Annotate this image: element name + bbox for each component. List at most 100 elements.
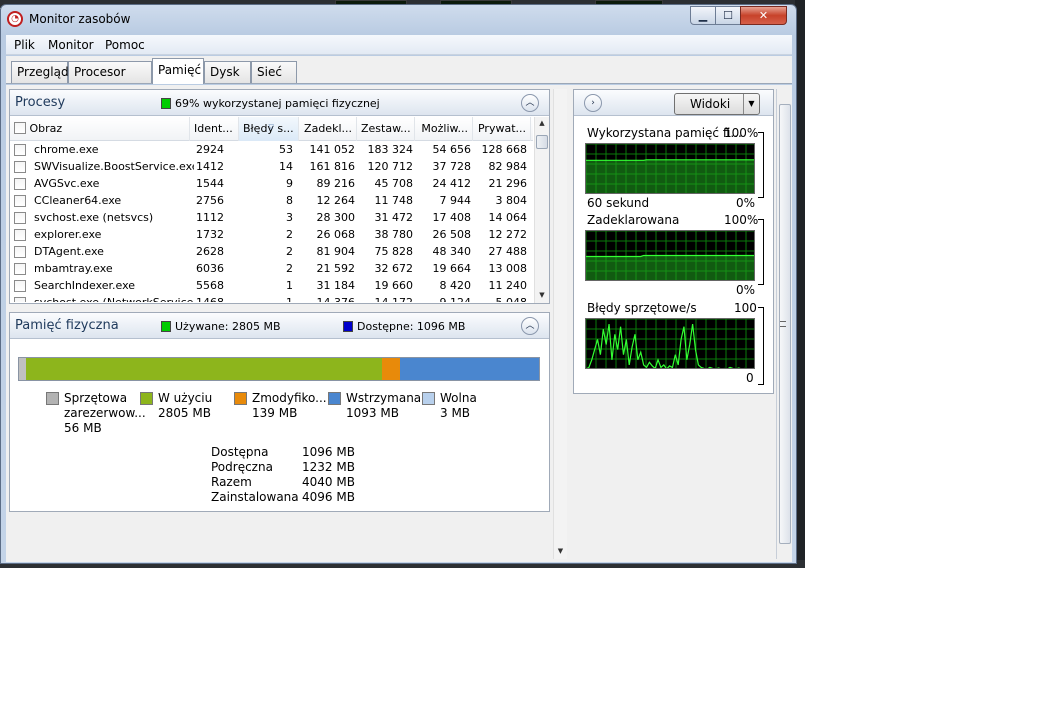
menu-file[interactable]: Plik [14, 38, 35, 52]
process-cell: 3 [286, 211, 293, 224]
process-cell: 9 [286, 177, 293, 190]
process-row[interactable]: SWVisualize.BoostService.exe 1412 14 161 81… [10, 159, 533, 176]
menu-monitor[interactable]: Monitor [48, 38, 94, 52]
process-row[interactable]: svchost.exe (NetworkService)1468 1 14 376 1… [10, 295, 533, 302]
physical-memory-header[interactable]: Pamięć fizyczna Używane: 2805 MB Dostępn… [10, 313, 549, 339]
col-private[interactable]: Prywat... [473, 117, 531, 141]
process-cell: 11 748 [374, 194, 414, 207]
process-cell: 1 [243, 296, 293, 302]
processes-scrollbar[interactable]: ▲ ▼ [534, 117, 549, 303]
legend-swatch [140, 392, 153, 405]
process-cell: 26 068 [316, 228, 356, 241]
processes-header[interactable]: Procesy 69% wykorzystanej pamięci fizycz… [10, 90, 549, 116]
process-checkbox[interactable] [14, 212, 26, 224]
process-row[interactable]: svchost.exe (netsvcs) 1112 3 28 300 31 472 17… [10, 210, 533, 227]
maximize-button[interactable]: ☐ [715, 6, 741, 25]
process-cell: 1468 [196, 296, 236, 302]
process-cell: 45 708 [374, 177, 414, 190]
menu-help[interactable]: Pomoc [105, 38, 145, 52]
resource-monitor-icon[interactable]: ◔ [7, 11, 23, 27]
tab-disk[interactable]: Dysk [204, 61, 251, 83]
process-row[interactable]: chrome.exe 2924 53 141 052 183 324 54 656 128 … [10, 142, 533, 159]
process-cell: 1 [286, 279, 293, 292]
minimize-button[interactable]: ▁ [690, 6, 716, 25]
title-bar[interactable]: ◔ Monitor zasobów ▁ ☐ ✕ [1, 5, 796, 33]
process-cell: 1732 [196, 228, 224, 241]
process-row[interactable]: mbamtray.exe 6036 2 21 592 32 672 19 664 13 00… [10, 261, 533, 278]
process-cell: 14 064 [488, 211, 528, 224]
tab-network[interactable]: Sieć [251, 61, 297, 83]
process-cell: 1112 [196, 211, 224, 224]
process-checkbox[interactable] [14, 297, 26, 302]
col-shareable[interactable]: Możliw... [415, 117, 473, 141]
scroll-down-arrow-icon[interactable]: ▼ [554, 547, 567, 555]
process-cell: explorer.exe [34, 228, 102, 241]
process-row[interactable]: SearchIndexer.exe 5568 1 31 184 19 660 8 420 1… [10, 278, 533, 295]
process-checkbox[interactable] [14, 161, 26, 173]
col-pid[interactable]: Ident... [190, 117, 239, 141]
col-commit[interactable]: Zadekl... [299, 117, 357, 141]
legend-label: Wstrzymana [346, 391, 422, 405]
commit-graph-max: 100% [724, 213, 759, 227]
process-row[interactable]: DTAgent.exe 2628 2 81 904 75 828 48 340 27 488 [10, 244, 533, 261]
scroll-down-arrow-icon[interactable]: ▼ [535, 291, 549, 299]
stat-total-label: Razem [211, 475, 252, 489]
graphs-scrollbar[interactable] [776, 89, 792, 559]
process-checkbox[interactable] [14, 280, 26, 292]
process-cell: 6036 [196, 262, 224, 275]
processes-table-body: chrome.exe 2924 53 141 052 183 324 54 656 128 … [10, 142, 533, 302]
process-checkbox[interactable] [14, 178, 26, 190]
scrollbar-thumb[interactable] [536, 135, 548, 149]
select-all-checkbox[interactable] [14, 122, 26, 134]
used-memory-graph [585, 143, 755, 194]
process-cell: 53 [279, 143, 293, 156]
process-cell: CCleaner64.exe [34, 194, 122, 207]
collapse-physical-memory-button[interactable]: ︿ [521, 317, 539, 335]
process-checkbox[interactable] [14, 229, 26, 241]
legend-label: Wolna [440, 391, 477, 405]
process-cell: SearchIndexer.exe [34, 279, 136, 292]
stat-installed-value: 4096 MB [302, 490, 355, 504]
tab-overview[interactable]: Przegląd [11, 61, 69, 83]
process-cell: 8 420 [439, 279, 472, 292]
tab-memory[interactable]: Pamięć [152, 58, 204, 84]
grip-icon [780, 321, 786, 327]
process-cell: 183 324 [367, 143, 414, 156]
left-area-scrollbar[interactable]: ▼ [553, 89, 567, 559]
col-working-set[interactable]: Zestaw... [357, 117, 415, 141]
available-memory-summary: Dostępne: 1096 MB [343, 320, 465, 333]
legend-label-continued: zarezerwow... [64, 406, 146, 420]
process-checkbox[interactable] [14, 144, 26, 156]
process-cell: 14 376 [303, 296, 356, 302]
process-row[interactable]: AVGSvc.exe 1544 9 89 216 45 708 24 412 21 296 [10, 176, 533, 193]
legend-value: 3 MB [440, 406, 471, 420]
stat-total-value: 4040 MB [302, 475, 355, 489]
process-cell: 2756 [196, 194, 224, 207]
views-dropdown-icon[interactable]: ▼ [743, 94, 759, 114]
process-cell: svchost.exe (netsvcs) [34, 211, 154, 224]
process-row[interactable]: CCleaner64.exe 2756 8 12 264 11 748 7 944 3 80… [10, 193, 533, 210]
process-cell: 161 816 [309, 160, 356, 173]
used-memory-graph-max: 100% [724, 126, 759, 140]
legend-swatch [234, 392, 247, 405]
blue-legend-square [343, 321, 353, 332]
views-button[interactable]: Widoki ▼ [674, 93, 760, 115]
expand-graphs-button[interactable]: › [584, 94, 602, 112]
used-memory-graph-min: 0% [736, 196, 756, 210]
memory-composition-bar [18, 357, 540, 381]
stat-available-label: Dostępna [211, 445, 269, 459]
process-checkbox[interactable] [14, 246, 26, 258]
collapse-processes-button[interactable]: ︿ [521, 94, 539, 112]
process-cell: 141 052 [309, 143, 356, 156]
process-checkbox[interactable] [14, 195, 26, 207]
scroll-up-arrow-icon[interactable]: ▲ [535, 119, 549, 127]
process-row[interactable]: explorer.exe 1732 2 26 068 38 780 26 508 12 27… [10, 227, 533, 244]
col-image[interactable]: Obraz [10, 117, 190, 141]
close-button[interactable]: ✕ [740, 6, 787, 25]
legend-value: 1093 MB [346, 406, 399, 420]
used-memory-summary: Używane: 2805 MB [161, 320, 281, 333]
tab-cpu[interactable]: Procesor CPU [68, 61, 152, 99]
process-cell: 27 488 [488, 245, 528, 258]
col-hard-faults[interactable]: ▽ Błędy s... [239, 117, 299, 141]
process-checkbox[interactable] [14, 263, 26, 275]
